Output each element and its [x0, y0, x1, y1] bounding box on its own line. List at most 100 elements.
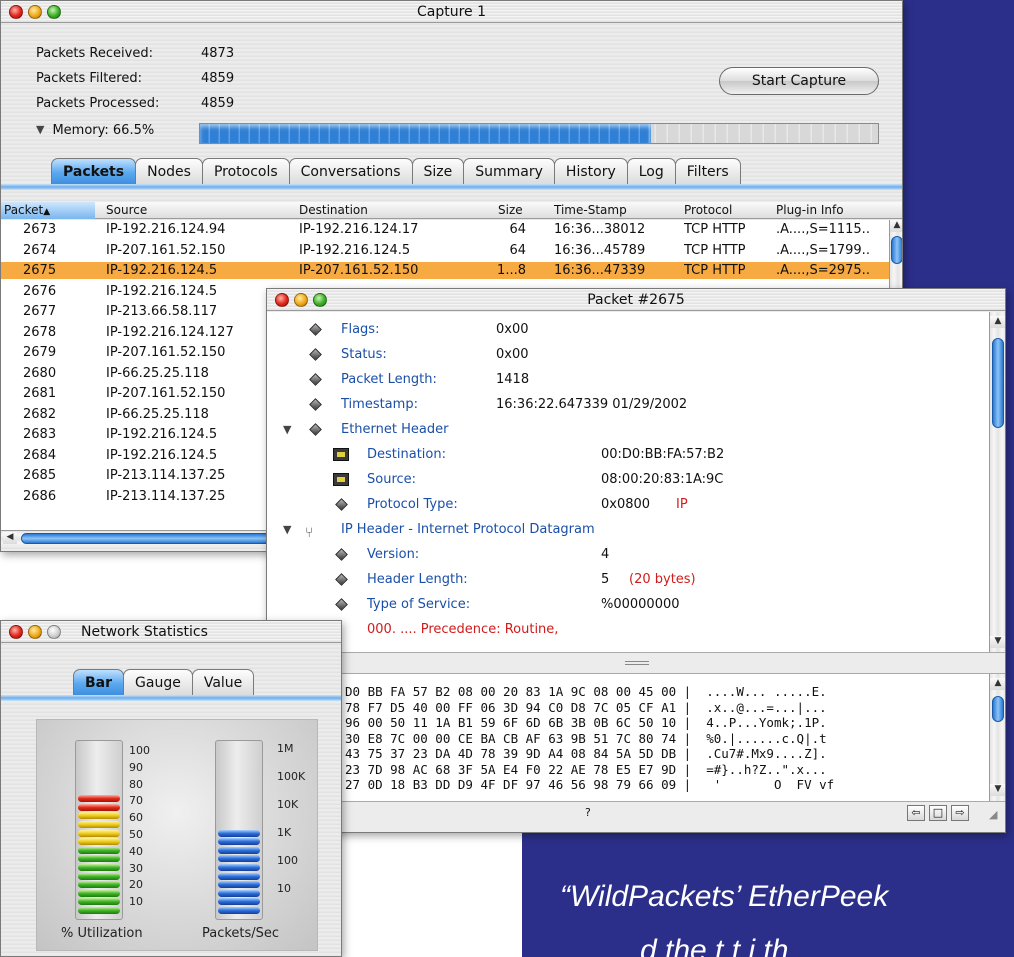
disclosure-triangle-icon[interactable]: ▼ — [283, 518, 291, 542]
tab-filters[interactable]: Filters — [674, 158, 741, 184]
col-plugin-header[interactable]: Plug-in Info — [776, 202, 844, 219]
hex-line: 30 E8 7C 00 00 CE BA CB AF 63 9B 51 7C 8… — [345, 730, 827, 746]
zoom-button[interactable] — [47, 5, 61, 19]
decode-vscroll[interactable]: ▲ ▼ — [989, 312, 1005, 652]
table-cell: IP-192.216.124.5 — [106, 283, 218, 299]
utilization-bar-segment — [78, 907, 120, 914]
table-cell: IP-192.216.124.94 — [106, 222, 226, 237]
utilization-bar-segment — [78, 881, 120, 889]
table-cell: 2686 — [23, 488, 57, 504]
table-row[interactable]: 2674 IP-207.161.52.150 IP-192.216.124.5 64 1… — [1, 242, 889, 259]
tab-summary[interactable]: Summary — [463, 158, 555, 184]
utilization-tick-label: 100 — [129, 744, 150, 757]
capture-tabs: Packets Nodes Protocols Conversations Size Su… — [51, 158, 741, 184]
scroll-up-arrow-icon[interactable]: ▲ — [990, 678, 1005, 690]
table-cell: 2683 — [23, 427, 57, 442]
table-cell: IP-213.114.137.25 — [106, 488, 226, 504]
capture-titlebar[interactable]: Capture 1 — [1, 1, 902, 23]
tab-packets[interactable]: Packets — [51, 158, 137, 184]
tab-history[interactable]: History — [553, 158, 628, 184]
col-timestamp-header[interactable]: Time-Stamp — [554, 202, 627, 219]
scroll-up-arrow-icon[interactable]: ▲ — [890, 220, 902, 232]
packets-bar-segment — [218, 907, 260, 914]
decode-row-timestamp: Timestamp: 16:36:22.647339 01/29/2002 — [267, 393, 987, 417]
table-row[interactable]: 2675 IP-192.216.124.5 IP-207.161.52.150 1..… — [1, 262, 889, 279]
next-packet-icon[interactable]: ⇨ — [951, 805, 969, 821]
minimize-button[interactable] — [28, 5, 42, 19]
packets-tick-label: 10K — [277, 798, 299, 811]
stat-processed-label: Packets Processed: — [36, 96, 160, 111]
netstats-window-title: Network Statistics — [81, 624, 208, 640]
stat-filtered-label: Packets Filtered: — [36, 71, 142, 86]
diamond-bullet-icon — [335, 548, 348, 561]
utilization-bar-segment — [78, 889, 120, 897]
start-capture-button[interactable]: Start Capture — [719, 67, 879, 95]
hscroll-thumb[interactable] — [21, 533, 271, 544]
vscroll-thumb[interactable] — [992, 338, 1004, 428]
close-button[interactable] — [275, 293, 289, 307]
hex-line: 78 F7 D5 40 00 FF 06 3D 94 C0 D8 7C 05 C… — [345, 699, 827, 715]
scroll-left-arrow-icon[interactable]: ◀ — [3, 532, 17, 544]
netstats-titlebar[interactable]: Network Statistics — [1, 621, 341, 643]
decode-row-status: Status: 0x00 — [267, 343, 987, 367]
diamond-bullet-icon — [309, 348, 322, 361]
table-cell: 64 — [509, 242, 526, 258]
packet-titlebar[interactable]: Packet #2675 — [267, 289, 1005, 311]
eth-row-protocol-type: Protocol Type: 0x0800 IP — [267, 493, 987, 517]
pane-splitter[interactable] — [267, 652, 1005, 674]
memory-disclosure[interactable]: ▼ Memory: 66.5% — [36, 123, 154, 138]
packets-tick-label: 100K — [277, 770, 306, 783]
close-button[interactable] — [9, 625, 23, 639]
tab-bar[interactable]: Bar — [73, 669, 125, 695]
table-cell: 2673 — [23, 222, 57, 237]
scroll-down-arrow-icon[interactable]: ▼ — [990, 636, 1005, 648]
utilization-tick-label: 20 — [129, 878, 143, 892]
scroll-down-arrow-icon[interactable]: ▼ — [990, 784, 1005, 796]
packets-caption: Packets/Sec — [202, 926, 280, 941]
stop-icon[interactable]: □ — [929, 805, 947, 821]
tab-protocols[interactable]: Protocols — [201, 158, 290, 184]
decode-row-packet-length: Packet Length: 1418 — [267, 368, 987, 392]
ip-header-node[interactable]: ▼ ⑂ IP Header - Internet Protocol Datagr… — [267, 518, 987, 542]
vscroll-thumb[interactable] — [992, 696, 1004, 722]
minimize-button[interactable] — [294, 293, 308, 307]
resize-grip-icon[interactable]: ◢ — [989, 808, 997, 821]
utilization-tick-label: 70 — [129, 794, 143, 808]
col-protocol-header[interactable]: Protocol — [684, 202, 732, 219]
packet-status-bar: ? ⇦ □ ⇨ ◢ — [267, 801, 1005, 823]
minimize-button[interactable] — [28, 625, 42, 639]
zoom-button[interactable] — [47, 625, 61, 639]
table-cell: IP-192.216.124.127 — [106, 324, 234, 340]
tab-nodes[interactable]: Nodes — [135, 158, 203, 184]
scroll-up-arrow-icon[interactable]: ▲ — [990, 316, 1005, 328]
zoom-button[interactable] — [313, 293, 327, 307]
col-size-header[interactable]: Size — [498, 202, 523, 219]
table-cell: IP-192.216.124.5 — [299, 242, 411, 258]
col-source-header[interactable]: Source — [106, 202, 147, 219]
vscroll-thumb[interactable] — [891, 236, 902, 264]
packets-bar-segment — [218, 872, 260, 880]
table-row[interactable]: 2673 IP-192.216.124.94 IP-192.216.124.17 64… — [1, 221, 889, 238]
memory-label: Memory: 66.5% — [52, 123, 155, 138]
tab-value[interactable]: Value — [191, 669, 255, 695]
col-packet-header[interactable]: Packet▲ — [1, 202, 95, 219]
utilization-tick-label: 10 — [129, 895, 143, 909]
previous-packet-icon[interactable]: ⇦ — [907, 805, 925, 821]
sort-ascending-icon: ▲ — [43, 207, 51, 217]
disclosure-triangle-icon: ▼ — [36, 123, 45, 136]
close-button[interactable] — [9, 5, 23, 19]
tab-size[interactable]: Size — [411, 158, 465, 184]
status-text: ? — [585, 806, 591, 819]
tab-log[interactable]: Log — [626, 158, 676, 184]
disclosure-triangle-icon[interactable]: ▼ — [283, 418, 291, 442]
table-cell: 2677 — [23, 304, 57, 319]
table-cell: IP-66.25.25.118 — [106, 365, 209, 381]
col-destination-header[interactable]: Destination — [299, 202, 368, 219]
utilization-bar-segment — [78, 803, 120, 811]
stat-processed-value: 4859 — [201, 96, 235, 111]
tab-gauge[interactable]: Gauge — [123, 669, 193, 695]
hex-vscroll[interactable]: ▲ ▼ — [989, 674, 1005, 801]
tab-conversations[interactable]: Conversations — [288, 158, 413, 184]
ethernet-header-node[interactable]: ▼ Ethernet Header — [267, 418, 987, 442]
precedence-row: 000. .... Precedence: Routine, — [367, 622, 559, 637]
